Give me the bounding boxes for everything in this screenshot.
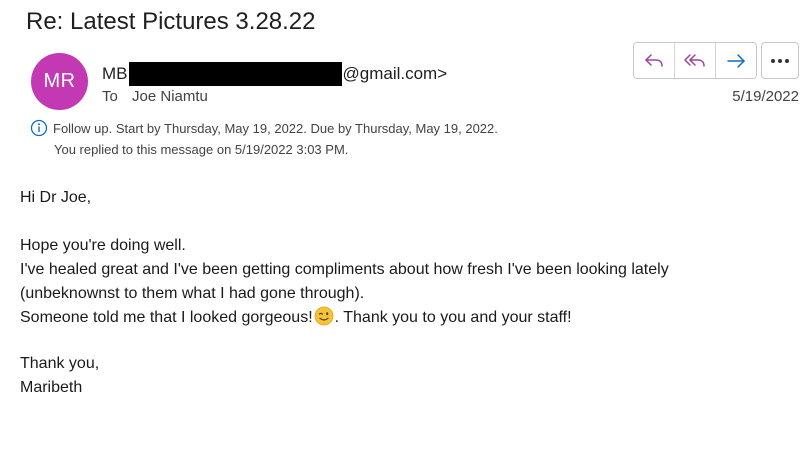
email-subject: Re: Latest Pictures 3.28.22 [26, 8, 316, 35]
follow-up-text: Follow up. Start by Thursday, May 19, 20… [53, 120, 498, 136]
body-line: Hope you're doing well. [20, 237, 186, 254]
body-line-text: Someone told me that I looked gorgeous! [20, 309, 313, 326]
closing-text: Thank you, [20, 355, 100, 372]
forward-icon [727, 53, 745, 68]
body-line: Someone told me that I looked gorgeous! … [20, 306, 669, 330]
signature-text: Maribeth [20, 379, 83, 396]
winking-face-emoji [314, 306, 334, 326]
replied-notice[interactable]: You replied to this message on 5/19/2022… [54, 142, 348, 157]
body-line: (unbeknownst to them what I had gone thr… [20, 285, 365, 302]
forward-button[interactable] [716, 43, 756, 78]
sender-avatar[interactable]: MR [31, 53, 88, 110]
body-greeting: Hi Dr Joe, [20, 189, 92, 206]
body-line-text: . Thank you to you and your staff! [334, 309, 572, 326]
redacted-sender-block [128, 62, 342, 86]
sender-name-prefix: MB [102, 64, 128, 83]
message-actions [633, 42, 757, 79]
reply-button[interactable] [634, 43, 675, 78]
sender-line[interactable]: MB @gmail.com> [102, 62, 447, 86]
to-label: To [102, 88, 118, 105]
message-signoff: Thank you, Maribeth [20, 352, 99, 400]
more-options-icon [771, 58, 789, 63]
reply-all-icon [684, 53, 705, 67]
message-date: 5/19/2022 [732, 88, 799, 105]
info-icon [30, 119, 48, 137]
reply-icon [645, 53, 663, 67]
message-body: Hi Dr Joe, Hope you're doing well. I've … [20, 186, 669, 330]
body-line: I've healed great and I've been getting … [20, 261, 669, 278]
sender-email-suffix: @gmail.com> [342, 64, 448, 83]
recipient-name[interactable]: Joe Niamtu [132, 88, 208, 105]
follow-up-flag: Follow up. Start by Thursday, May 19, 20… [30, 119, 498, 137]
recipient-line: To Joe Niamtu [102, 88, 208, 105]
reply-all-button[interactable] [675, 43, 716, 78]
more-options-button[interactable] [761, 42, 799, 79]
